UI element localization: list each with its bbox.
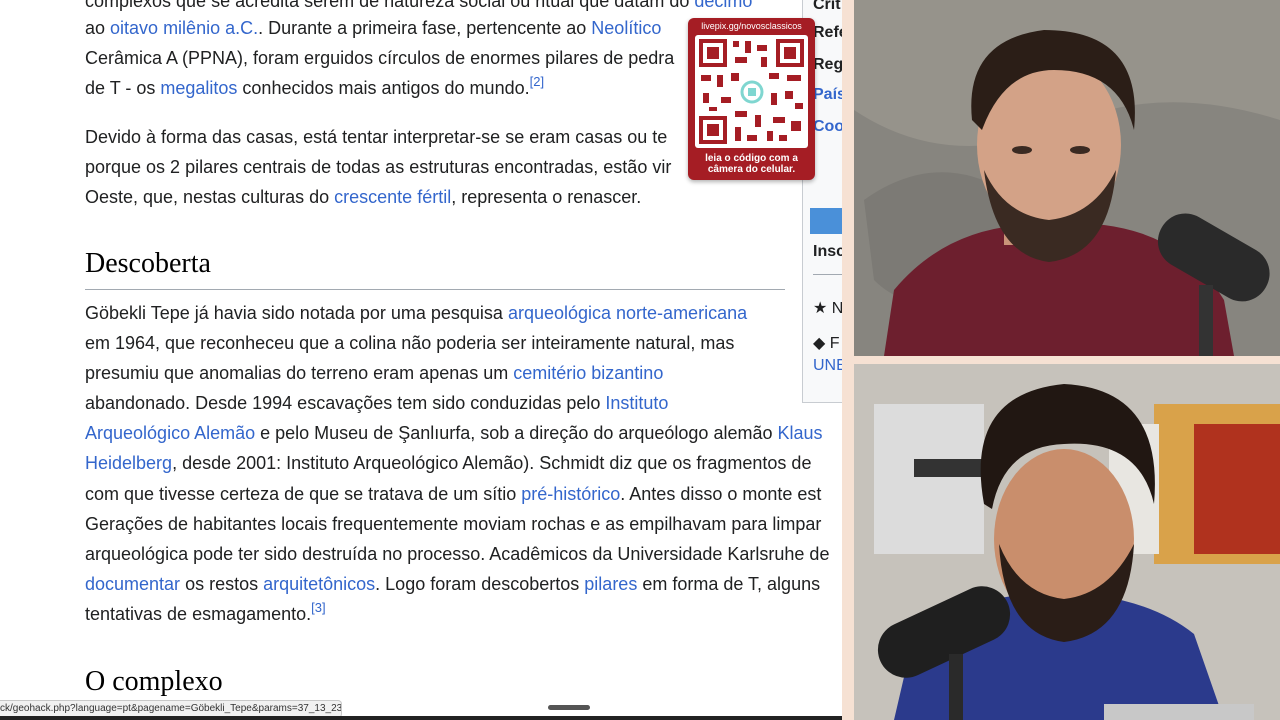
- text: , desde 2001: Instituto Arqueológico Ale…: [172, 453, 812, 473]
- link-cemiterio-bizantino[interactable]: cemitério bizantino: [513, 363, 663, 383]
- qr-caption-line: câmera do celular.: [707, 164, 796, 175]
- streamer-bottom-webcam: [854, 364, 1280, 720]
- layout-divider: [842, 0, 854, 720]
- infobox-label: Crit: [813, 0, 841, 13]
- link-crescente-fertil[interactable]: crescente fértil: [334, 187, 451, 207]
- link-klaus[interactable]: Klaus: [777, 423, 822, 443]
- link-oitavo-milenio[interactable]: oitavo milênio a.C.: [110, 18, 258, 38]
- text: ao: [85, 18, 111, 38]
- paragraph-line: documentar os restos arquitetônicos. Log…: [85, 569, 820, 599]
- infobox-label: Insc: [813, 243, 842, 260]
- text: e pelo Museu de Şanlıurfa, sob a direção…: [255, 423, 778, 443]
- infobox-label: Refe: [813, 24, 842, 41]
- qr-caption-line: leia o código com a: [705, 153, 798, 164]
- infobox-link-unesco[interactable]: UNE: [813, 357, 842, 375]
- reference-2[interactable]: [2]: [530, 74, 544, 89]
- link-heidelberg[interactable]: Heidelberg: [85, 453, 172, 473]
- link-arqueologico-alemao[interactable]: Arqueológico Alemão: [85, 423, 255, 443]
- webcam-top-scene: [854, 0, 1280, 356]
- link-pilares[interactable]: pilares: [584, 574, 637, 594]
- webcam-bottom-scene: [854, 364, 1280, 720]
- text: . Antes disso o monte est: [620, 484, 822, 504]
- infobox-note: ◆ F: [813, 335, 840, 352]
- scroll-indicator[interactable]: [548, 705, 590, 710]
- paragraph-line: de T - os megalitos conhecidos mais anti…: [85, 73, 544, 103]
- link-neolitico[interactable]: Neolítico: [591, 18, 661, 38]
- qr-url: livepix.gg/novosclassicos: [701, 21, 802, 31]
- text: Oeste, que, nestas culturas do: [85, 187, 335, 207]
- reference-3[interactable]: [3]: [311, 600, 325, 615]
- paragraph-line: arqueológica pode ter sido destruída no …: [85, 544, 830, 564]
- wikipedia-article: complexos que se acredita serem de natur…: [0, 0, 842, 720]
- text: , representa o renascer.: [451, 187, 642, 207]
- infobox-divider: [813, 274, 842, 275]
- text: com que tivesse certeza de que se tratav…: [85, 484, 522, 504]
- text: de T - os: [85, 78, 161, 98]
- paragraph-line: Göbekli Tepe já havia sido notada por um…: [85, 298, 747, 328]
- text: abandonado. Desde 1994 escavações tem si…: [85, 393, 606, 413]
- paragraph-line: ao oitavo milênio a.C.. Durante a primei…: [85, 13, 661, 43]
- paragraph-line: Cerâmica A (PPNA), foram erguidos círcul…: [85, 48, 675, 68]
- section-heading-descoberta: Descoberta: [85, 248, 211, 279]
- infobox-header-bar: [810, 208, 842, 234]
- link-arqueologica-norte-americana[interactable]: arqueológica norte-americana: [508, 303, 747, 323]
- text: complexos que se acredita serem de natur…: [85, 0, 695, 11]
- link-arquitetonicos[interactable]: arquitetônicos: [263, 574, 375, 594]
- qr-caption: leia o código com a câmera do celular.: [688, 153, 815, 175]
- bottom-strip: [0, 716, 842, 720]
- paragraph-line: Arqueológico Alemão e pelo Museu de Şanl…: [85, 418, 823, 448]
- paragraph-line: abandonado. Desde 1994 escavações tem si…: [85, 388, 668, 418]
- qr-code-overlay: livepix.gg/novosclassicos leia o código …: [688, 18, 815, 180]
- streamer-top-webcam: [854, 0, 1280, 356]
- text: os restos: [180, 574, 264, 594]
- section-heading-o-complexo: O complexo: [85, 666, 223, 697]
- heading-divider: [85, 289, 785, 290]
- link-documentar[interactable]: documentar: [85, 574, 180, 594]
- text: conhecidos mais antigos do mundo.: [237, 78, 530, 98]
- text: presumiu que anomalias do terreno eram a…: [85, 363, 514, 383]
- link-pre-historico[interactable]: pré-histórico: [521, 484, 620, 504]
- paragraph-line: presumiu que anomalias do terreno eram a…: [85, 358, 663, 388]
- infobox-link-coordenadas[interactable]: Coo: [813, 118, 842, 136]
- link-instituto[interactable]: Instituto: [605, 393, 668, 413]
- text: em forma de T, alguns: [637, 574, 821, 594]
- paragraph-line: Oeste, que, nestas culturas do crescente…: [85, 182, 641, 212]
- text: . Logo foram descobertos: [375, 574, 585, 594]
- qr-pattern: [699, 39, 804, 144]
- infobox-note: ★ N: [813, 300, 842, 317]
- paragraph-line: Devido à forma das casas, está tentar in…: [85, 127, 668, 147]
- text: Göbekli Tepe já havia sido notada por um…: [85, 303, 508, 323]
- paragraph-line: Heidelberg, desde 2001: Instituto Arqueo…: [85, 448, 811, 478]
- text: tentativas de esmagamento.: [85, 604, 312, 624]
- webcam-gap: [854, 356, 1280, 364]
- infobox-label: Regi: [813, 56, 842, 73]
- paragraph-line: com que tivesse certeza de que se tratav…: [85, 479, 821, 509]
- paragraph-line: Gerações de habitantes locais frequentem…: [85, 514, 822, 534]
- infobox-link-pais[interactable]: País: [813, 86, 842, 104]
- text: . Durante a primeira fase, pertencente a…: [258, 18, 592, 38]
- paragraph-line: em 1964, que reconheceu que a colina não…: [85, 333, 735, 353]
- link-megalitos[interactable]: megalitos: [160, 78, 237, 98]
- paragraph-line: porque os 2 pilares centrais de todas as…: [85, 157, 672, 177]
- paragraph-line: tentativas de esmagamento.[3]: [85, 599, 326, 629]
- link-decimo[interactable]: décimo: [694, 0, 752, 11]
- qr-code-image: [695, 35, 808, 148]
